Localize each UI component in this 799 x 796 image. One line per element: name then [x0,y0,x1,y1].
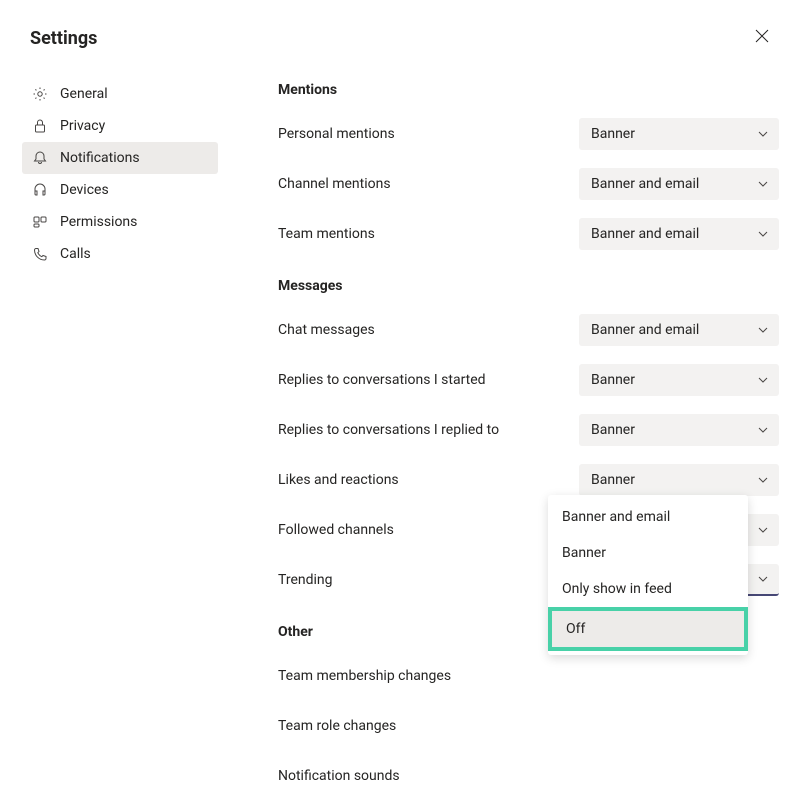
chevron-down-icon [757,573,769,585]
setting-row: Likes and reactions Banner [278,464,779,496]
lock-icon [32,118,48,134]
dropdown-team-mentions[interactable]: Banner and email [579,218,779,250]
chevron-down-icon [757,178,769,190]
setting-label: Replies to conversations I replied to [278,422,499,438]
settings-content: Mentions Personal mentions Banner Channe… [218,0,799,796]
dropdown-menu-trending: Banner and email Banner Only show in fee… [548,495,748,655]
dropdown-value: Banner and email [591,226,699,242]
setting-row: Team role changes [278,710,779,742]
dropdown-channel-mentions[interactable]: Banner and email [579,168,779,200]
setting-row: Channel mentions Banner and email [278,168,779,200]
setting-label: Likes and reactions [278,472,399,488]
sidebar-item-label: Notifications [60,150,140,166]
section-title-mentions: Mentions [278,82,779,98]
dropdown-value: Banner [591,372,635,388]
dropdown-value: Banner [591,422,635,438]
dropdown-personal-mentions[interactable]: Banner [579,118,779,150]
sidebar-item-devices[interactable]: Devices [22,174,218,206]
sidebar-item-privacy[interactable]: Privacy [22,110,218,142]
sidebar-item-label: General [60,86,108,102]
dropdown-replies-replied[interactable]: Banner [579,414,779,446]
setting-label: Notification sounds [278,768,400,784]
sidebar-item-notifications[interactable]: Notifications [22,142,218,174]
setting-label: Trending [278,572,333,588]
dropdown-likes-reactions[interactable]: Banner [579,464,779,496]
sidebar: General Privacy Notifications Devices Pe… [0,0,218,796]
sidebar-item-label: Devices [60,182,109,198]
headset-icon [32,182,48,198]
page-title: Settings [30,28,97,49]
sidebar-item-calls[interactable]: Calls [22,238,218,270]
setting-label: Channel mentions [278,176,391,192]
chevron-down-icon [757,128,769,140]
sidebar-item-label: Permissions [60,214,137,230]
chevron-down-icon [757,374,769,386]
dropdown-option-banner[interactable]: Banner [548,535,748,571]
sidebar-item-label: Calls [60,246,91,262]
section-title-messages: Messages [278,278,779,294]
chevron-down-icon [757,524,769,536]
chevron-down-icon [757,424,769,436]
setting-label: Personal mentions [278,126,395,142]
setting-label: Replies to conversations I started [278,372,486,388]
setting-row: Notification sounds [278,760,779,792]
dropdown-value: Banner [591,126,635,142]
dropdown-value: Banner and email [591,322,699,338]
setting-row: Chat messages Banner and email [278,314,779,346]
dropdown-replies-started[interactable]: Banner [579,364,779,396]
chevron-down-icon [757,228,769,240]
setting-row: Replies to conversations I started Banne… [278,364,779,396]
setting-label: Team role changes [278,718,396,734]
dropdown-chat-messages[interactable]: Banner and email [579,314,779,346]
sidebar-item-permissions[interactable]: Permissions [22,206,218,238]
setting-row: Personal mentions Banner [278,118,779,150]
bell-icon [32,150,48,166]
gear-icon [32,86,48,102]
chevron-down-icon [757,474,769,486]
setting-label: Chat messages [278,322,375,338]
setting-row: Team membership changes [278,660,779,692]
setting-label: Followed channels [278,522,394,538]
setting-label: Team membership changes [278,668,451,684]
sidebar-item-label: Privacy [60,118,105,134]
phone-icon [32,246,48,262]
close-icon [755,28,769,47]
setting-row: Replies to conversations I replied to Ba… [278,414,779,446]
permissions-icon [32,214,48,230]
dropdown-option-banner-email[interactable]: Banner and email [548,499,748,535]
chevron-down-icon [757,324,769,336]
dropdown-value: Banner [591,472,635,488]
close-button[interactable] [753,28,771,46]
sidebar-item-general[interactable]: General [22,78,218,110]
dropdown-value: Banner and email [591,176,699,192]
dropdown-option-off[interactable]: Off [548,607,748,651]
setting-label: Team mentions [278,226,375,242]
dropdown-option-feed[interactable]: Only show in feed [548,571,748,607]
setting-row: Team mentions Banner and email [278,218,779,250]
